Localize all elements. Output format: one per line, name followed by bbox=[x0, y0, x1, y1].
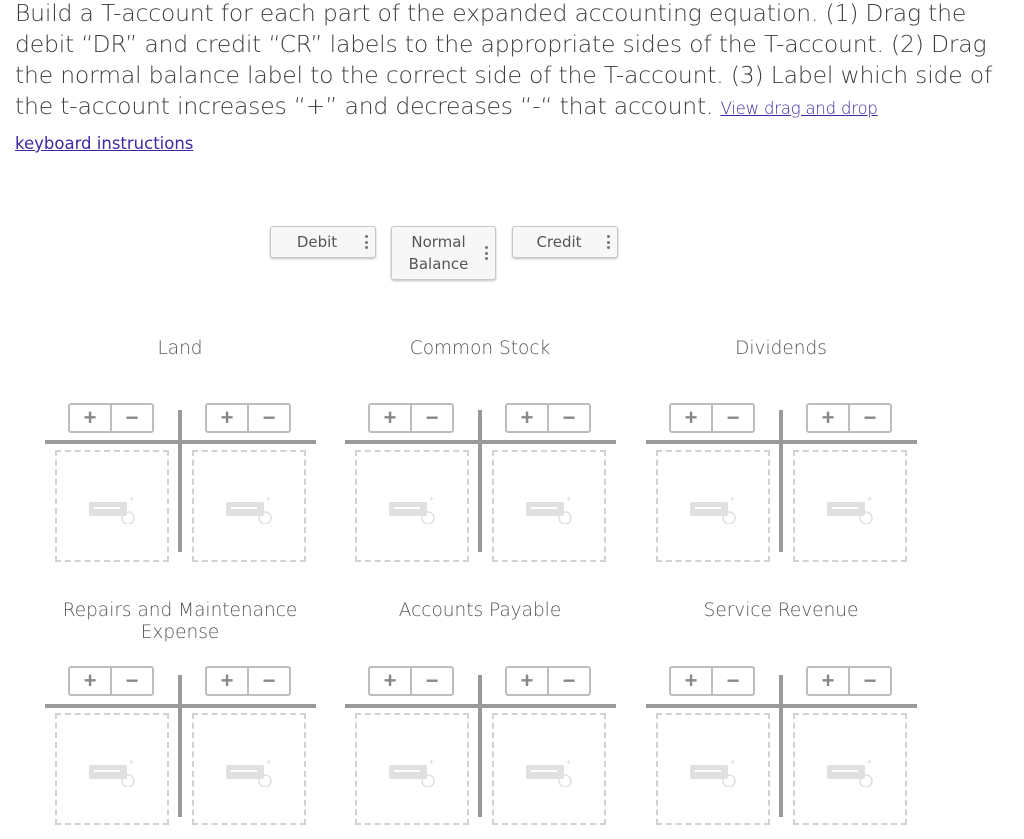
plus-button[interactable]: + bbox=[370, 405, 410, 431]
drag-handle-icon bbox=[365, 235, 368, 249]
plus-button[interactable]: + bbox=[671, 405, 711, 431]
instructions-text: Build a T-account for each part of the e… bbox=[15, 0, 1005, 124]
left-sign-toggle[interactable]: + − bbox=[669, 403, 755, 433]
left-sign-toggle[interactable]: + − bbox=[368, 666, 454, 696]
plus-button[interactable]: + bbox=[70, 405, 110, 431]
debit-chip-label: Debit bbox=[296, 233, 338, 251]
credit-chip-label: Credit bbox=[536, 233, 582, 251]
plus-button[interactable]: + bbox=[671, 668, 711, 694]
svg-text:+: + bbox=[867, 757, 872, 767]
svg-text:+: + bbox=[129, 494, 134, 504]
left-sign-toggle[interactable]: + − bbox=[68, 666, 154, 696]
right-sign-toggle[interactable]: + − bbox=[205, 403, 291, 433]
left-sign-toggle[interactable]: + − bbox=[68, 403, 154, 433]
keyboard-instructions-link-continued[interactable]: keyboard instructions bbox=[15, 134, 193, 153]
svg-text:+: + bbox=[429, 757, 434, 767]
t-account-vertical-line bbox=[178, 410, 182, 552]
drop-target-icon: + bbox=[87, 757, 137, 788]
minus-button[interactable]: − bbox=[247, 668, 289, 694]
t-account-vertical-line bbox=[779, 675, 783, 817]
drop-target-icon: + bbox=[524, 757, 574, 788]
minus-button[interactable]: − bbox=[848, 668, 890, 694]
drop-target-icon: + bbox=[524, 494, 574, 525]
drop-target-icon: + bbox=[87, 494, 137, 525]
minus-button[interactable]: − bbox=[110, 668, 152, 694]
svg-text:+: + bbox=[566, 494, 571, 504]
svg-text:+: + bbox=[867, 494, 872, 504]
credit-chip[interactable]: Credit bbox=[512, 226, 618, 258]
minus-button[interactable]: − bbox=[110, 405, 152, 431]
svg-text:+: + bbox=[730, 757, 735, 767]
account-title: Repairs and Maintenance Expense bbox=[62, 600, 298, 643]
left-drop-zone[interactable]: + bbox=[55, 713, 169, 825]
t-account-vertical-line bbox=[779, 410, 783, 552]
svg-text:+: + bbox=[266, 757, 271, 767]
left-drop-zone[interactable]: + bbox=[355, 713, 469, 825]
right-sign-toggle[interactable]: + − bbox=[205, 666, 291, 696]
t-account-vertical-line bbox=[478, 410, 482, 552]
plus-button[interactable]: + bbox=[207, 668, 247, 694]
drop-target-icon: + bbox=[825, 494, 875, 525]
minus-button[interactable]: − bbox=[547, 405, 589, 431]
minus-button[interactable]: − bbox=[410, 405, 452, 431]
plus-button[interactable]: + bbox=[370, 668, 410, 694]
plus-button[interactable]: + bbox=[808, 405, 848, 431]
account-title: Land bbox=[157, 338, 203, 359]
right-drop-zone[interactable]: + bbox=[192, 450, 306, 562]
debit-chip[interactable]: Debit bbox=[270, 226, 376, 258]
svg-text:+: + bbox=[266, 494, 271, 504]
plus-button[interactable]: + bbox=[70, 668, 110, 694]
right-sign-toggle[interactable]: + − bbox=[505, 403, 591, 433]
right-drop-zone[interactable]: + bbox=[492, 713, 606, 825]
account-title: Dividends bbox=[735, 338, 827, 359]
drop-target-icon: + bbox=[387, 494, 437, 525]
normal-balance-line2: Balance bbox=[408, 255, 469, 273]
right-sign-toggle[interactable]: + − bbox=[505, 666, 591, 696]
svg-text:+: + bbox=[429, 494, 434, 504]
minus-button[interactable]: − bbox=[247, 405, 289, 431]
left-drop-zone[interactable]: + bbox=[55, 450, 169, 562]
minus-button[interactable]: − bbox=[711, 405, 753, 431]
left-sign-toggle[interactable]: + − bbox=[368, 403, 454, 433]
normal-balance-chip[interactable]: Normal Balance bbox=[391, 226, 496, 280]
drop-target-icon: + bbox=[224, 757, 274, 788]
drop-target-icon: + bbox=[688, 494, 738, 525]
svg-text:+: + bbox=[730, 494, 735, 504]
minus-button[interactable]: − bbox=[711, 668, 753, 694]
plus-button[interactable]: + bbox=[507, 405, 547, 431]
drag-handle-icon bbox=[485, 246, 488, 260]
account-title: Common Stock bbox=[409, 338, 551, 359]
account-title: Accounts Payable bbox=[398, 600, 562, 621]
account-title: Service Revenue bbox=[703, 600, 859, 621]
drag-handle-icon bbox=[607, 235, 610, 249]
right-sign-toggle[interactable]: + − bbox=[806, 666, 892, 696]
drop-target-icon: + bbox=[825, 757, 875, 788]
normal-balance-chip-label: Normal Balance bbox=[409, 231, 469, 275]
minus-button[interactable]: − bbox=[848, 405, 890, 431]
minus-button[interactable]: − bbox=[410, 668, 452, 694]
normal-balance-line1: Normal bbox=[411, 233, 466, 251]
right-drop-zone[interactable]: + bbox=[793, 713, 907, 825]
right-drop-zone[interactable]: + bbox=[192, 713, 306, 825]
plus-button[interactable]: + bbox=[808, 668, 848, 694]
keyboard-instructions-link[interactable]: View drag and drop bbox=[721, 99, 878, 118]
left-drop-zone[interactable]: + bbox=[656, 450, 770, 562]
left-drop-zone[interactable]: + bbox=[656, 713, 770, 825]
plus-button[interactable]: + bbox=[507, 668, 547, 694]
drop-target-icon: + bbox=[688, 757, 738, 788]
t-account-vertical-line bbox=[478, 675, 482, 817]
right-drop-zone[interactable]: + bbox=[492, 450, 606, 562]
right-drop-zone[interactable]: + bbox=[793, 450, 907, 562]
minus-button[interactable]: − bbox=[547, 668, 589, 694]
left-sign-toggle[interactable]: + − bbox=[669, 666, 755, 696]
drop-target-icon: + bbox=[387, 757, 437, 788]
drop-target-icon: + bbox=[224, 494, 274, 525]
svg-text:+: + bbox=[129, 757, 134, 767]
svg-text:+: + bbox=[566, 757, 571, 767]
plus-button[interactable]: + bbox=[207, 405, 247, 431]
t-account-vertical-line bbox=[178, 675, 182, 817]
left-drop-zone[interactable]: + bbox=[355, 450, 469, 562]
right-sign-toggle[interactable]: + − bbox=[806, 403, 892, 433]
